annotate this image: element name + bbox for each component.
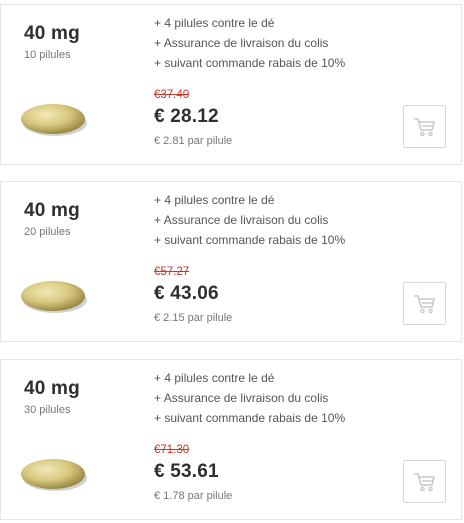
offer-card: 40 mg 20 pilules 4 pilules contre le dé … xyxy=(0,181,462,342)
add-to-cart-button[interactable] xyxy=(403,460,446,503)
feature-item: Assurance de livraison du colis xyxy=(154,210,345,230)
add-to-cart-button[interactable] xyxy=(403,282,446,325)
feature-item: suivant commande rabais de 10% xyxy=(154,408,345,428)
price-per-pill: € 2.81 par pilule xyxy=(154,135,233,147)
feature-item: 4 pilules contre le dé xyxy=(154,190,345,210)
feature-list: 4 pilules contre le dé Assurance de livr… xyxy=(154,368,345,428)
dose-label: 40 mg xyxy=(24,23,80,44)
offer-card: 40 mg 30 pilules 4 pilules contre le dé … xyxy=(0,359,462,520)
offer-card: 40 mg 10 pilules 4 pilules contre le dé … xyxy=(0,4,462,165)
feature-list: 4 pilules contre le dé Assurance de livr… xyxy=(154,13,345,73)
old-price: €57.27 xyxy=(154,266,190,278)
feature-item: suivant commande rabais de 10% xyxy=(154,230,345,250)
price-per-pill: € 2.15 par pilule xyxy=(154,312,233,324)
pill-count: 10 pilules xyxy=(24,49,71,61)
dose-label: 40 mg xyxy=(24,378,80,399)
price: € 28.12 xyxy=(154,106,219,127)
dose-label: 40 mg xyxy=(24,200,80,221)
pill-image xyxy=(21,104,87,136)
price: € 43.06 xyxy=(154,283,219,304)
old-price: €71.30 xyxy=(154,444,190,456)
pill-count: 30 pilules xyxy=(24,404,71,416)
feature-list: 4 pilules contre le dé Assurance de livr… xyxy=(154,190,345,250)
add-to-cart-button[interactable] xyxy=(403,105,446,148)
feature-item: suivant commande rabais de 10% xyxy=(154,53,345,73)
price-per-pill: € 1.78 par pilule xyxy=(154,490,233,502)
feature-item: 4 pilules contre le dé xyxy=(154,368,345,388)
feature-item: Assurance de livraison du colis xyxy=(154,33,345,53)
old-price: €37.40 xyxy=(154,89,190,101)
pill-image xyxy=(21,459,87,491)
price: € 53.61 xyxy=(154,461,219,482)
shopping-cart-icon xyxy=(413,117,435,136)
shopping-cart-icon xyxy=(413,294,435,313)
pill-count: 20 pilules xyxy=(24,226,71,238)
feature-item: 4 pilules contre le dé xyxy=(154,13,345,33)
feature-item: Assurance de livraison du colis xyxy=(154,388,345,408)
shopping-cart-icon xyxy=(413,472,435,491)
pill-image xyxy=(21,281,87,313)
